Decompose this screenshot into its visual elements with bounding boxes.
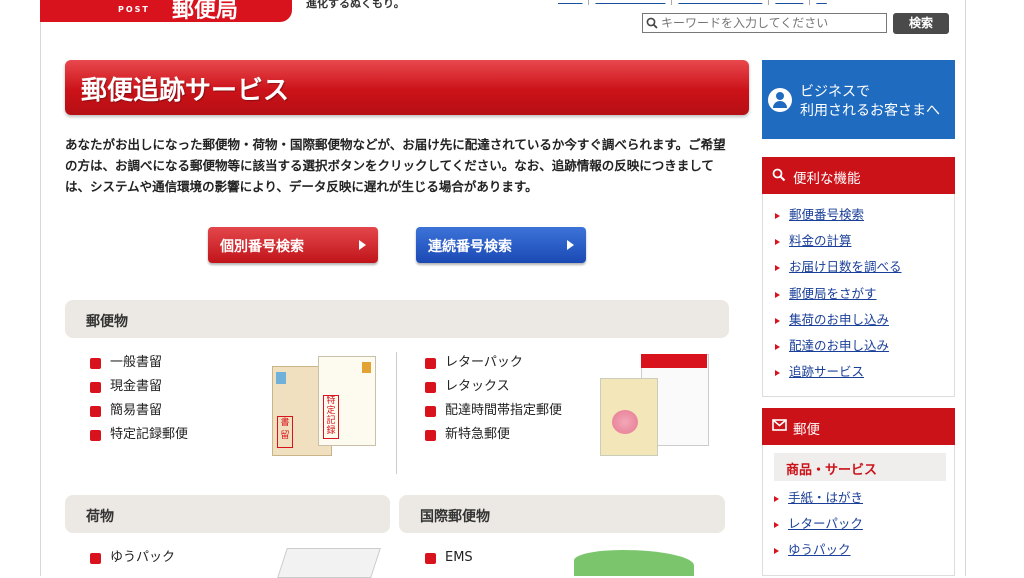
list-item[interactable]: EMS — [425, 546, 473, 570]
column-divider — [396, 352, 397, 474]
envelope-label-registered: 書留 — [277, 416, 293, 448]
business-line1: ビジネスで — [800, 84, 870, 100]
bullet-icon — [425, 406, 436, 417]
features-list: 郵便番号検索 料金の計算 お届け日数を調べる 郵便局をさがす 集荷のお申し込み … — [775, 202, 902, 385]
bullet-icon — [425, 358, 436, 369]
section-parcel-header: 荷物 — [65, 495, 390, 533]
parcel-box-image — [277, 548, 381, 578]
top-link-3[interactable] — [672, 0, 770, 5]
page-frame-right — [965, 0, 966, 576]
list-item[interactable]: 配達時間帯指定郵便 — [425, 399, 562, 423]
list-item[interactable]: レターパック — [425, 351, 562, 375]
business-line2: 利用されるお客さまへ — [800, 103, 940, 119]
letterpack-band — [641, 354, 707, 368]
sidebar-item-postcode-search[interactable]: 郵便番号検索 — [775, 202, 902, 228]
sidebar-item-letterpack[interactable]: レターパック — [774, 511, 863, 537]
list-item[interactable]: 簡易書留 — [90, 399, 188, 423]
section-intl-header: 国際郵便物 — [399, 495, 725, 533]
mail-sub-title: 商品・サービス — [786, 463, 878, 478]
top-links — [552, 0, 833, 5]
intro-text: あなたがお出しになった郵便物・荷物・国際郵便物などが、お届け先に配達されているか… — [65, 137, 726, 194]
sidebar-item-delivery-days[interactable]: お届け日数を調べる — [775, 254, 902, 280]
features-panel: 郵便番号検索 料金の計算 お届け日数を調べる 郵便局をさがす 集荷のお申し込み … — [762, 194, 955, 397]
bullet-icon — [90, 382, 101, 393]
section-mail-title: 郵便物 — [86, 314, 128, 330]
intl-list: EMS — [425, 546, 473, 570]
section-intl-title: 国際郵便物 — [420, 509, 490, 525]
tagline: 進化するぬくもり。 — [306, 0, 405, 10]
sidebar-item-fee-calc[interactable]: 料金の計算 — [775, 228, 902, 254]
bullet-icon — [90, 358, 101, 369]
envelope-icon — [772, 419, 787, 435]
japan-post-logo[interactable]: POST 郵便局 — [40, 0, 292, 23]
individual-number-search-button[interactable]: 個別番号検索 — [208, 227, 378, 263]
logo-kanji-text: 郵便局 — [172, 0, 239, 23]
logo-post-text: POST — [118, 5, 150, 14]
list-item[interactable]: ゆうパック — [90, 546, 175, 570]
continuous-number-search-button[interactable]: 連続番号検索 — [416, 227, 586, 263]
list-item[interactable]: 一般書留 — [90, 351, 188, 375]
sidebar-item-find-office[interactable]: 郵便局をさがす — [775, 281, 902, 307]
top-link-4[interactable] — [769, 0, 811, 5]
page-frame-left — [40, 0, 41, 576]
sidebar-item-letters[interactable]: 手紙・はがき — [774, 485, 863, 511]
parcel-list: ゆうパック — [90, 546, 175, 570]
bullet-icon — [425, 382, 436, 393]
list-item[interactable]: 特定記録郵便 — [90, 423, 188, 447]
arrow-right-icon — [567, 240, 574, 250]
stamp-icon — [276, 372, 286, 384]
sidebar-item-yupack[interactable]: ゆうパック — [774, 537, 863, 563]
sidebar-item-delivery[interactable]: 配達のお申し込み — [775, 333, 902, 359]
features-header: 便利な機能 — [762, 157, 955, 194]
mail-header: 郵便 — [762, 408, 955, 445]
mail-products-list: 手紙・はがき レターパック ゆうパック — [774, 485, 863, 564]
individual-search-label: 個別番号検索 — [220, 239, 304, 255]
continuous-search-label: 連続番号検索 — [428, 239, 512, 255]
mail-list-left: 一般書留 現金書留 簡易書留 特定記録郵便 — [90, 351, 188, 447]
search-icon — [643, 17, 661, 29]
bullet-icon — [90, 430, 101, 441]
sidebar-item-tracking[interactable]: 追跡サービス — [775, 359, 902, 385]
top-link-5[interactable] — [810, 0, 833, 5]
business-customer-banner[interactable]: ビジネスで 利用されるお客さまへ — [762, 60, 955, 139]
world-map-image — [574, 550, 694, 576]
mail-list-right: レターパック レタックス 配達時間帯指定郵便 新特急郵便 — [425, 351, 562, 447]
search-input[interactable] — [661, 16, 881, 30]
page-title-banner: 郵便追跡サービス — [65, 60, 749, 115]
section-mail-header: 郵便物 — [65, 300, 729, 338]
person-icon — [768, 88, 792, 112]
page-title: 郵便追跡サービス — [81, 76, 290, 106]
features-title: 便利な機能 — [793, 171, 861, 187]
top-link-2[interactable] — [589, 0, 673, 5]
list-item[interactable]: 新特急郵便 — [425, 423, 562, 447]
mail-title: 郵便 — [793, 422, 820, 438]
sidebar-item-pickup[interactable]: 集荷のお申し込み — [775, 307, 902, 333]
bullet-icon — [90, 553, 101, 564]
stamp-icon — [362, 362, 371, 373]
list-item[interactable]: 現金書留 — [90, 375, 188, 399]
search-icon — [772, 168, 786, 186]
bullet-icon — [90, 406, 101, 417]
arrow-right-icon — [359, 240, 366, 250]
top-link-1[interactable] — [552, 0, 590, 5]
list-item[interactable]: レタックス — [425, 375, 562, 399]
bullet-icon — [425, 430, 436, 441]
search-button[interactable]: 検索 — [893, 13, 949, 34]
mail-subheader: 商品・サービス — [774, 453, 946, 481]
search-box — [642, 13, 887, 33]
envelope-label-certified: 特定記録 — [323, 395, 339, 439]
bullet-icon — [425, 553, 436, 564]
section-parcel-title: 荷物 — [86, 509, 114, 525]
flower-icon — [612, 410, 638, 434]
